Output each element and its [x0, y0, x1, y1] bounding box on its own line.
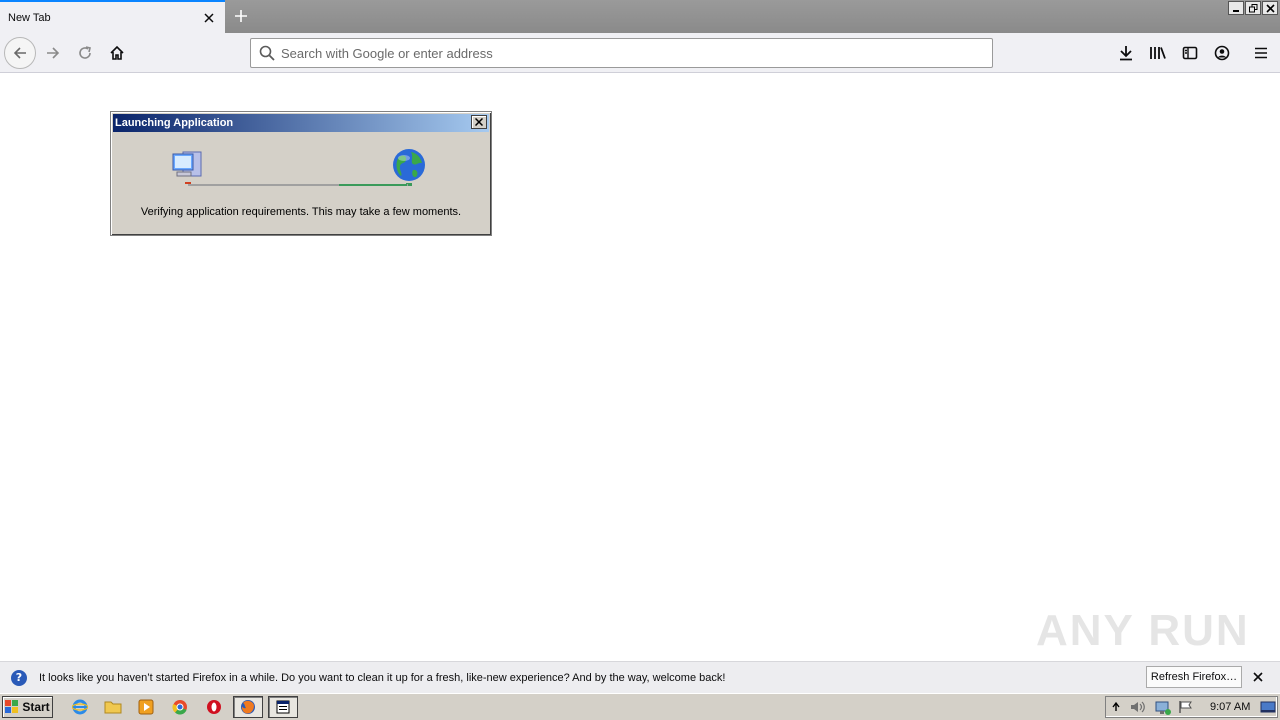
tab-strip: New Tab: [0, 0, 1280, 33]
navigation-toolbar: [0, 33, 1280, 73]
windows-logo-icon: [5, 700, 19, 713]
chrome-icon[interactable]: [170, 697, 190, 717]
account-icon[interactable]: [1206, 37, 1238, 69]
dialog-titlebar[interactable]: Launching Application: [113, 114, 489, 132]
window-controls: [1228, 1, 1278, 15]
internet-explorer-icon[interactable]: [70, 697, 90, 717]
url-input[interactable]: [281, 45, 961, 61]
notification-close-icon[interactable]: [1249, 668, 1267, 686]
dialog-close-icon[interactable]: [471, 115, 487, 129]
new-tab-plus-icon[interactable]: [229, 4, 253, 28]
restore-icon[interactable]: [1245, 1, 1261, 15]
volume-icon[interactable]: [1130, 700, 1148, 717]
watermark-logo: ANY RUN: [1036, 606, 1250, 655]
launching-application-dialog: Launching Application Verifying applicat…: [110, 111, 492, 236]
tab-new-tab[interactable]: New Tab: [0, 0, 225, 33]
transfer-progress-fill: [339, 184, 407, 186]
downloads-icon[interactable]: [1110, 37, 1142, 69]
minimize-icon[interactable]: [1228, 1, 1244, 15]
network-icon[interactable]: [1154, 700, 1172, 719]
library-icon[interactable]: [1142, 37, 1174, 69]
question-icon: ?: [11, 669, 27, 686]
computer-icon: [171, 148, 205, 187]
taskbar-clock[interactable]: 9:07 AM: [1210, 701, 1250, 713]
dialog-title: Launching Application: [115, 117, 234, 129]
show-hidden-icons-icon[interactable]: [1111, 700, 1121, 717]
show-desktop-icon[interactable]: [1260, 700, 1276, 717]
menu-hamburger-icon[interactable]: [1245, 37, 1277, 69]
back-arrow-icon[interactable]: [4, 37, 36, 69]
firefox-taskbar-icon[interactable]: [233, 696, 263, 718]
action-center-flag-icon[interactable]: [1178, 700, 1194, 717]
refresh-firefox-button[interactable]: Refresh Firefox…: [1146, 666, 1242, 688]
opera-icon[interactable]: [204, 697, 224, 717]
close-window-icon[interactable]: [1262, 1, 1278, 15]
tab-title: New Tab: [8, 11, 51, 24]
home-icon[interactable]: [101, 37, 133, 69]
application-window-icon[interactable]: [268, 696, 298, 718]
search-icon: [259, 45, 275, 61]
forward-arrow-icon[interactable]: [37, 37, 69, 69]
globe-icon: [391, 148, 427, 189]
notification-text: It looks like you haven’t started Firefo…: [39, 671, 726, 684]
media-player-icon[interactable]: [136, 697, 156, 717]
start-button[interactable]: Start: [2, 696, 53, 718]
url-bar[interactable]: [250, 38, 993, 68]
notification-bar: ? It looks like you haven’t started Fire…: [0, 661, 1280, 693]
start-label: Start: [22, 700, 50, 714]
dialog-message: Verifying application requirements. This…: [140, 206, 462, 218]
tab-close-icon[interactable]: [199, 8, 219, 28]
sidebar-icon[interactable]: [1174, 37, 1206, 69]
system-tray: 9:07 AM: [1105, 696, 1278, 718]
file-explorer-icon[interactable]: [103, 697, 123, 717]
reload-icon[interactable]: [69, 37, 101, 69]
taskbar: Start 9:07 AM: [0, 693, 1280, 720]
